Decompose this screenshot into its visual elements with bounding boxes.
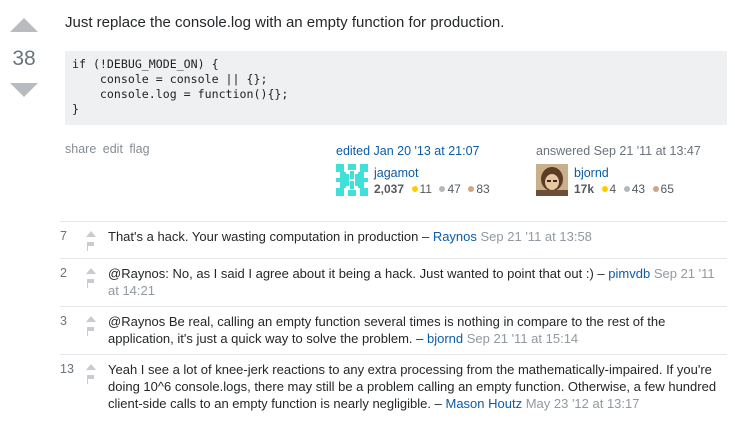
- author-silver-badges: 43: [623, 182, 645, 196]
- bronze-badge-icon: [652, 186, 659, 192]
- author-avatar[interactable]: [536, 164, 568, 196]
- comment: 7 That's a hack. Your wasting computatio…: [60, 222, 727, 259]
- comment-user-link[interactable]: Mason Houtz: [445, 396, 522, 411]
- author-bronze-badges: 65: [652, 182, 674, 196]
- comment-upvote-icon[interactable]: [86, 231, 96, 237]
- comment-score: 2: [60, 266, 67, 280]
- share-link[interactable]: share: [65, 142, 96, 156]
- comment-date[interactable]: Sep 21 '11 at 15:14: [467, 331, 578, 346]
- editor-avatar[interactable]: [336, 164, 368, 196]
- editor-gold-badges: 11: [411, 182, 432, 196]
- comment-score: 3: [60, 314, 67, 328]
- comment: 3 @Raynos Be real, calling an empty func…: [60, 307, 727, 355]
- comment-body: Yeah I see a lot of knee-jerk reactions …: [108, 361, 727, 412]
- comment-text: @Raynos: No, as I said I agree about it …: [108, 266, 594, 281]
- editor-name[interactable]: jagamot: [374, 165, 490, 181]
- comment-upvote-icon[interactable]: [86, 268, 96, 274]
- editor-silver-badges: 47: [439, 182, 461, 196]
- answer-text: Just replace the console.log with an emp…: [65, 14, 505, 31]
- editor-bronze-badges: 83: [468, 182, 490, 196]
- comment-body: That's a hack. Your wasting computation …: [108, 228, 727, 251]
- author-signature: answered Sep 21 '11 at 13:47 bjornd 17k …: [536, 144, 701, 197]
- comments-list: 7 That's a hack. Your wasting computatio…: [60, 221, 727, 419]
- comment-separator: –: [431, 396, 446, 411]
- flag-link[interactable]: flag: [129, 142, 149, 156]
- comment-flag-icon[interactable]: [86, 327, 96, 336]
- silver-badge-icon: [439, 186, 446, 192]
- editor-signature: edited Jan 20 '13 at 21:07 jagamot 2,037…: [336, 144, 490, 197]
- comment-text: That's a hack. Your wasting computation …: [108, 229, 419, 244]
- author-reputation: 17k: [574, 182, 595, 196]
- comment-flag-icon[interactable]: [86, 279, 96, 288]
- comment-user-link[interactable]: Raynos: [433, 229, 477, 244]
- comment-text: @Raynos Be real, calling an empty functi…: [108, 314, 666, 346]
- comment-flag-icon[interactable]: [86, 242, 96, 251]
- comment-separator: –: [412, 331, 427, 346]
- comment-score: 7: [60, 229, 67, 243]
- edit-link[interactable]: edit: [103, 142, 123, 156]
- comment-user-link[interactable]: bjornd: [427, 331, 463, 346]
- comment-score: 13: [60, 362, 74, 376]
- author-gold-badges: 4: [601, 182, 616, 196]
- comment-user-link[interactable]: pimvdb: [608, 266, 650, 281]
- vote-cell: 38: [8, 18, 40, 97]
- comment-upvote-icon[interactable]: [86, 316, 96, 322]
- comment-date[interactable]: May 23 '12 at 13:17: [526, 396, 640, 411]
- comment-upvote-icon[interactable]: [86, 364, 96, 370]
- downvote-arrow-icon[interactable]: [10, 83, 38, 97]
- post-menu: share edit flag: [65, 142, 153, 156]
- comment-date[interactable]: Sep 21 '11 at 13:58: [481, 229, 592, 244]
- silver-badge-icon: [623, 186, 630, 192]
- author-name[interactable]: bjornd: [574, 165, 674, 181]
- comment: 13 Yeah I see a lot of knee-jerk reactio…: [60, 355, 727, 419]
- editor-reputation: 2,037: [374, 182, 405, 196]
- gold-badge-icon: [411, 186, 418, 192]
- edited-timestamp[interactable]: edited Jan 20 '13 at 21:07: [336, 144, 490, 158]
- comment-separator: –: [593, 266, 609, 281]
- comment-separator: –: [418, 229, 433, 244]
- answered-timestamp[interactable]: answered Sep 21 '11 at 13:47: [536, 144, 701, 158]
- upvote-arrow-icon[interactable]: [10, 18, 38, 32]
- comment-body: @Raynos: No, as I said I agree about it …: [108, 265, 727, 299]
- comment: 2 @Raynos: No, as I said I agree about i…: [60, 259, 727, 307]
- comment-body: @Raynos Be real, calling an empty functi…: [108, 313, 727, 347]
- comment-flag-icon[interactable]: [86, 375, 96, 384]
- gold-badge-icon: [601, 186, 608, 192]
- bronze-badge-icon: [468, 186, 475, 192]
- answer-score: 38: [12, 47, 36, 70]
- code-block: if (!DEBUG_MODE_ON) { console = console …: [65, 51, 727, 125]
